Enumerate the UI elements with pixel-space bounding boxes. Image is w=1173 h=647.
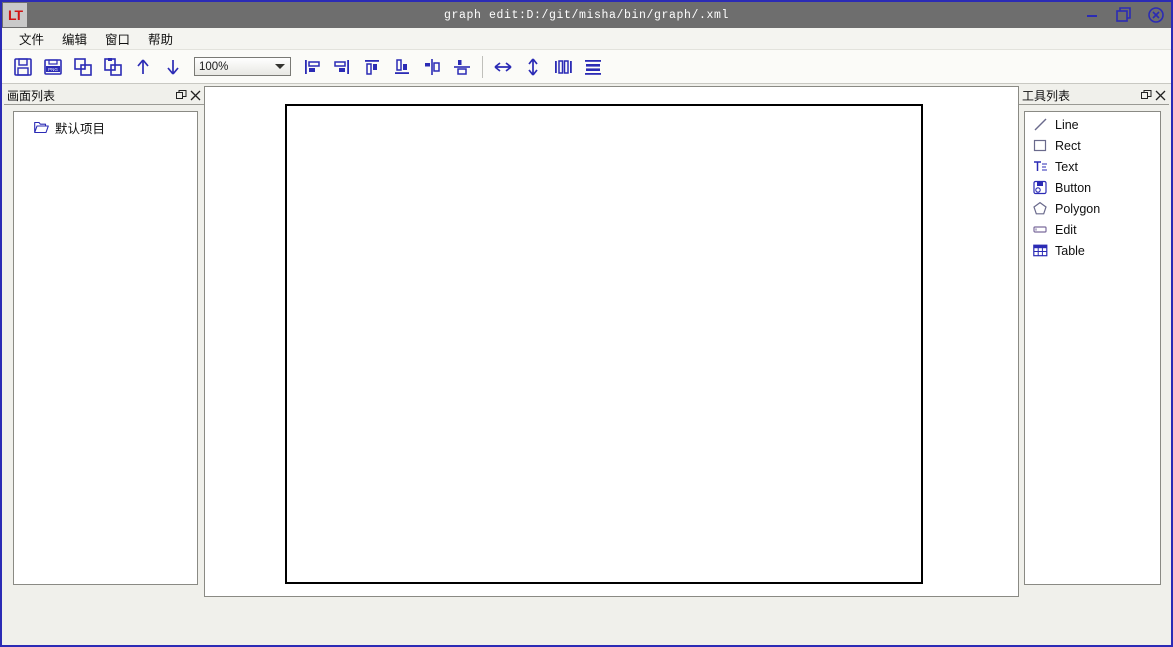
tool-item-label: Edit	[1055, 222, 1077, 237]
tool-list-panel: 工具列表 Line Rect Text Button Polygon Edit …	[1019, 86, 1169, 645]
minimize-icon[interactable]	[1081, 4, 1103, 26]
folder-open-icon	[34, 121, 49, 134]
save-icon[interactable]	[8, 53, 38, 81]
tree-item-label: 默认项目	[55, 122, 106, 136]
toolbar: PNG 100%	[2, 50, 1171, 84]
align-left-icon[interactable]	[297, 53, 327, 81]
window-title: graph edit:D:/git/misha/bin/graph/.xml	[443, 8, 730, 22]
screen-list-title: 画面列表	[7, 88, 56, 103]
tool-item-label: Table	[1055, 243, 1085, 258]
workspace: 画面列表 默认项目 工具列表 Line Rect Text Button Pol…	[2, 84, 1171, 645]
menu-item-edit[interactable]: 编辑	[53, 27, 96, 50]
tool-item-button[interactable]: Button	[1027, 177, 1160, 198]
align-top-icon[interactable]	[357, 53, 387, 81]
text-icon	[1032, 159, 1048, 175]
tool-item-label: Button	[1055, 180, 1092, 195]
tool-item-table[interactable]: Table	[1027, 240, 1160, 261]
application-window: LT graph edit:D:/git/misha/bin/graph/.xm…	[0, 0, 1173, 647]
screen-list-panel: 画面列表 默认项目	[4, 86, 204, 645]
export-png-icon[interactable]: PNG	[38, 53, 68, 81]
close-panel-icon[interactable]	[1153, 88, 1167, 102]
align-bottom-icon[interactable]	[387, 53, 417, 81]
zoom-value: 100%	[199, 60, 229, 73]
close-panel-icon[interactable]	[188, 88, 202, 102]
canvas-area[interactable]	[204, 86, 1019, 597]
tool-item-text[interactable]: Text	[1027, 156, 1160, 177]
tool-item-polygon[interactable]: Polygon	[1027, 198, 1160, 219]
canvas-page[interactable]	[285, 104, 923, 584]
line-icon	[1032, 117, 1048, 133]
restore-icon[interactable]	[1113, 4, 1135, 26]
tool-item-label: Line	[1055, 117, 1079, 132]
tool-item-line[interactable]: Line	[1027, 114, 1160, 135]
chevron-down-icon[interactable]	[275, 64, 285, 69]
copy-icon[interactable]	[68, 53, 98, 81]
align-right-icon[interactable]	[327, 53, 357, 81]
tool-item-label: Polygon	[1055, 201, 1101, 216]
button-icon	[1032, 180, 1048, 196]
close-icon[interactable]	[1145, 4, 1167, 26]
tool-list-title: 工具列表	[1022, 88, 1071, 103]
same-width-icon[interactable]	[488, 53, 518, 81]
rect-icon	[1032, 138, 1048, 154]
align-center-horizontal-icon[interactable]	[417, 53, 447, 81]
table-icon	[1032, 243, 1048, 259]
paste-icon[interactable]	[98, 53, 128, 81]
app-logo: LT	[3, 3, 27, 27]
menu-item-file[interactable]: 文件	[10, 27, 53, 50]
polygon-icon	[1032, 201, 1048, 217]
zoom-combo[interactable]: 100%	[194, 57, 291, 76]
move-down-icon[interactable]	[158, 53, 188, 81]
screen-list-header: 画面列表	[4, 86, 204, 105]
same-height-icon[interactable]	[518, 53, 548, 81]
window-controls	[1081, 2, 1167, 28]
distribute-vertical-icon[interactable]	[578, 53, 608, 81]
tool-item-label: Text	[1055, 159, 1078, 174]
move-up-icon[interactable]	[128, 53, 158, 81]
title-bar: LT graph edit:D:/git/misha/bin/graph/.xm…	[2, 2, 1171, 28]
screen-list-body: 默认项目	[13, 111, 198, 585]
tool-list-header: 工具列表	[1019, 86, 1169, 105]
distribute-horizontal-icon[interactable]	[548, 53, 578, 81]
edit-icon	[1032, 222, 1048, 238]
tree-item-default-project[interactable]: 默认项目	[14, 112, 197, 137]
align-center-vertical-icon[interactable]	[447, 53, 477, 81]
toolbar-separator	[482, 55, 483, 78]
menu-item-help[interactable]: 帮助	[139, 27, 182, 50]
float-icon[interactable]	[1139, 88, 1153, 102]
tool-item-rect[interactable]: Rect	[1027, 135, 1160, 156]
menu-item-window[interactable]: 窗口	[96, 27, 139, 50]
menu-bar: 文件 编辑 窗口 帮助	[2, 28, 1171, 50]
tool-item-edit[interactable]: Edit	[1027, 219, 1160, 240]
float-icon[interactable]	[174, 88, 188, 102]
tool-list: Line Rect Text Button Polygon Edit Table	[1025, 112, 1160, 261]
tool-list-body: Line Rect Text Button Polygon Edit Table	[1024, 111, 1161, 585]
svg-text:PNG: PNG	[48, 67, 58, 72]
tool-item-label: Rect	[1055, 138, 1081, 153]
